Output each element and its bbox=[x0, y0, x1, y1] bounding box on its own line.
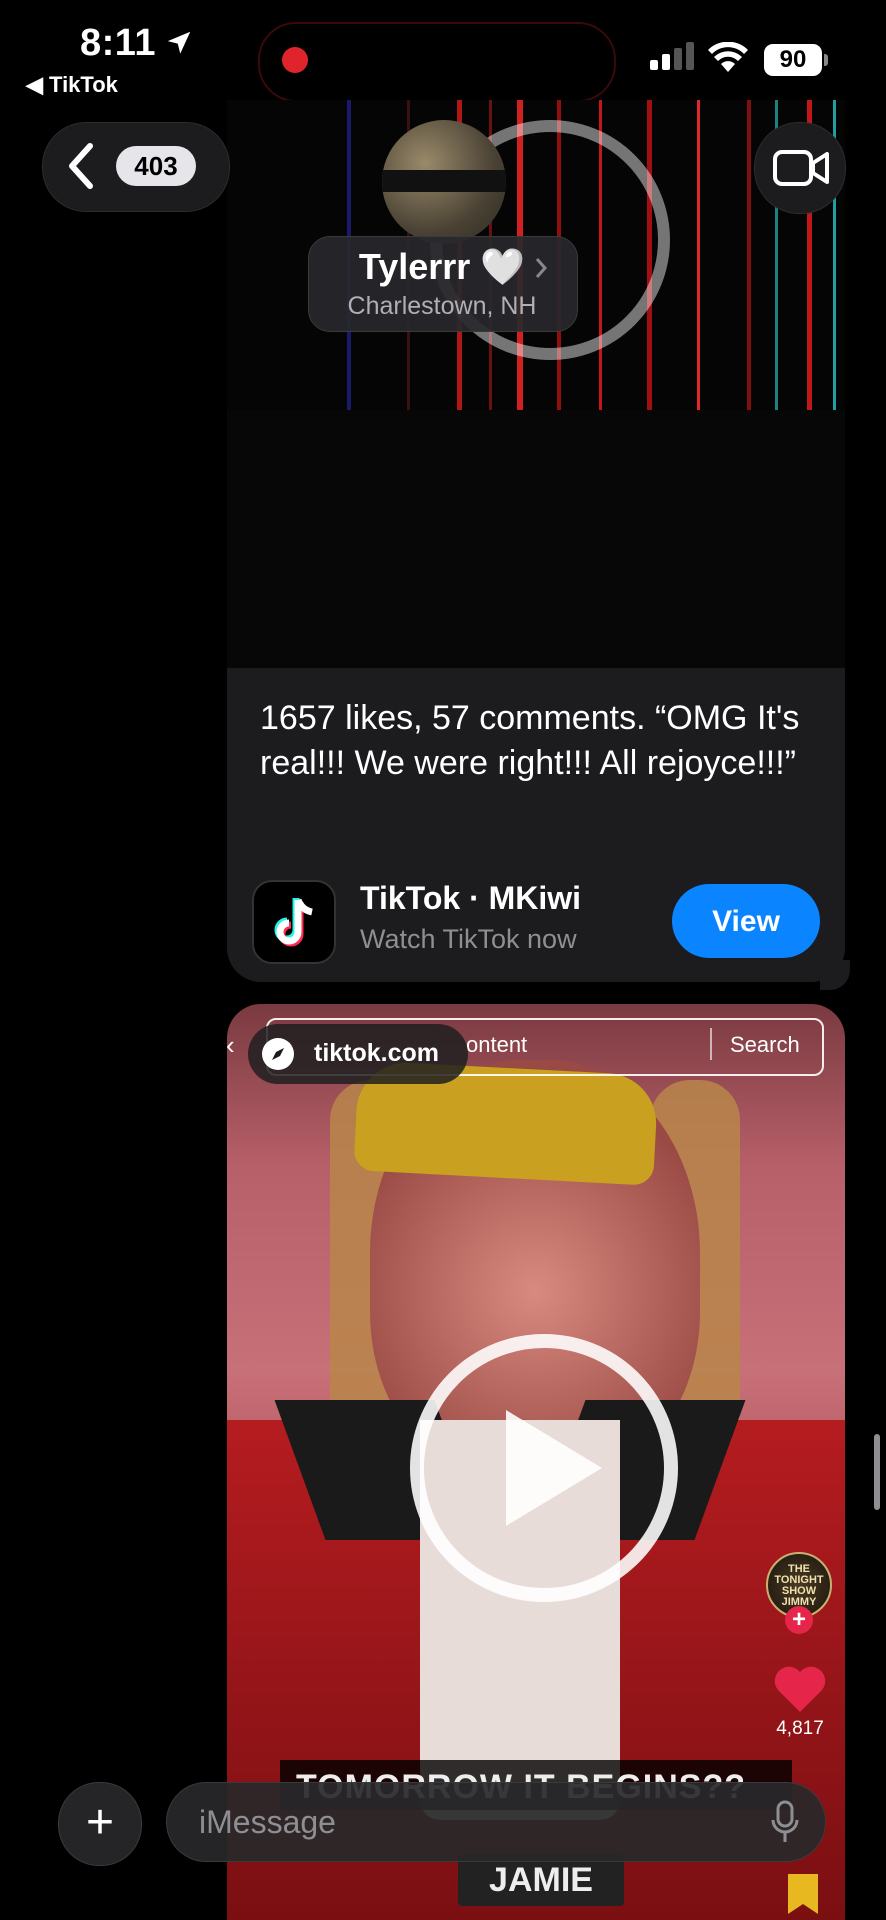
bubble-tail bbox=[820, 960, 850, 990]
dynamic-island[interactable] bbox=[258, 22, 616, 102]
back-to-app-link[interactable]: ◀ TikTok bbox=[26, 72, 118, 98]
battery-level: 90 bbox=[764, 44, 822, 76]
unread-count-badge: 403 bbox=[116, 146, 196, 186]
embedded-search-text: ontent bbox=[466, 1032, 528, 1057]
embedded-back-icon: ‹ bbox=[226, 1030, 235, 1060]
contact-location: Charlestown, NH bbox=[347, 292, 537, 320]
battery-tip bbox=[824, 54, 828, 66]
facetime-video-button[interactable] bbox=[754, 122, 846, 214]
add-attachment-button[interactable]: + bbox=[58, 1782, 142, 1866]
message-input[interactable] bbox=[166, 1782, 826, 1862]
site-domain: tiktok.com bbox=[314, 1039, 440, 1067]
contact-avatar[interactable] bbox=[382, 120, 506, 244]
scroll-indicator[interactable] bbox=[874, 1434, 880, 1510]
status-time: 8:11 bbox=[80, 22, 156, 64]
embedded-search-label: Search bbox=[730, 1032, 800, 1057]
view-button[interactable]: View bbox=[672, 884, 820, 958]
link-title: TikTok · MKiwi bbox=[360, 880, 582, 916]
link-preview-video-lower bbox=[227, 410, 845, 668]
microphone-icon[interactable] bbox=[770, 1800, 800, 1844]
chevron-right-icon bbox=[535, 258, 548, 278]
play-icon bbox=[506, 1410, 602, 1526]
like-count: 4,817 bbox=[776, 1718, 824, 1739]
cellular-signal-icon bbox=[650, 42, 694, 70]
follow-plus-icon[interactable]: + bbox=[785, 1606, 813, 1634]
wifi-icon bbox=[708, 42, 748, 72]
heart-icon[interactable] bbox=[772, 1664, 828, 1714]
location-arrow-icon bbox=[167, 31, 191, 54]
link-subtitle: Watch TikTok now bbox=[360, 924, 577, 954]
tiktok-app-icon bbox=[252, 880, 336, 964]
video-camera-icon bbox=[773, 150, 829, 186]
link-preview-description: 1657 likes, 57 comments. “OMG It's real!… bbox=[260, 699, 800, 782]
compass-icon bbox=[262, 1038, 294, 1070]
chevron-left-icon bbox=[69, 143, 93, 189]
recording-indicator-icon bbox=[282, 47, 308, 73]
embedded-search-divider bbox=[710, 1028, 712, 1060]
